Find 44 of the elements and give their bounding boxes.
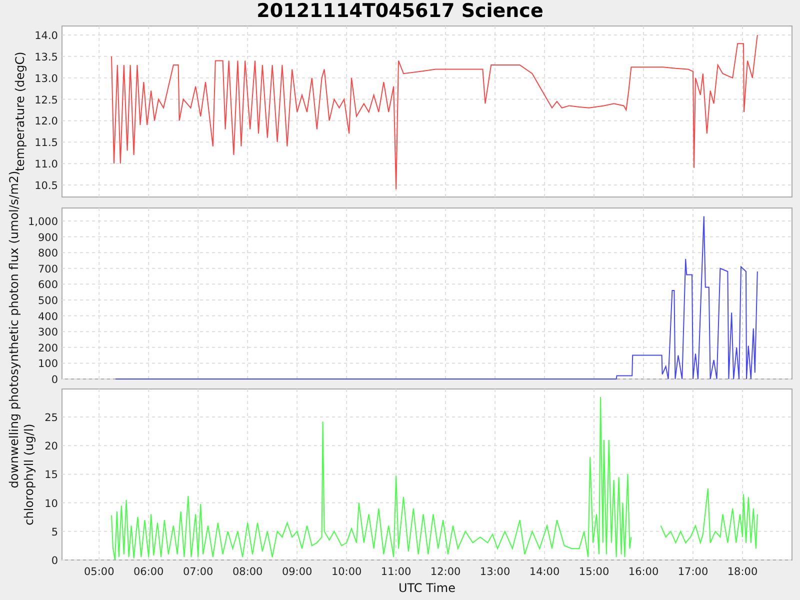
axis-tick-label: 13.5 [34, 51, 58, 64]
axis-tick-label: 14:00 [529, 566, 560, 578]
axis-tick-label: 15:00 [578, 566, 610, 578]
chart-title: 20121114T045617 Science [256, 0, 544, 24]
axis-tick-label: 10 [44, 498, 58, 510]
axis-tick-label: 300 [38, 326, 58, 339]
axis-title: temperature (degC) [13, 52, 27, 172]
axis-tick-label: 200 [38, 342, 58, 354]
axis-tick-label: 12:00 [430, 566, 461, 578]
axis-tick-label: 16:00 [628, 566, 659, 578]
axis-title: chlorophyll (ug/l) [22, 424, 36, 526]
axis-title: downwelling photosynthetic photon flux (umol/s/m2) [7, 170, 21, 488]
axis-tick-label: 05:00 [84, 566, 114, 578]
axis-tick-label: 20 [44, 440, 58, 453]
axis-title: UTC Time [398, 581, 456, 595]
axis-tick-label: 0 [51, 555, 58, 567]
axis-tick-label: 25 [44, 412, 58, 424]
axis-tick-label: 900 [38, 232, 58, 244]
axis-tick-label: 14.0 [34, 30, 58, 42]
axis-tick-label: 09:00 [282, 566, 312, 578]
axis-tick-label: 700 [38, 263, 58, 276]
axis-tick-label: 5 [51, 526, 58, 538]
axis-tick-label: 500 [38, 294, 58, 307]
axis-tick-label: 17:00 [678, 566, 708, 578]
axis-tick-label: 13.0 [34, 72, 58, 85]
axis-tick-label: 12.5 [34, 94, 58, 106]
axis-tick-label: 11:00 [380, 566, 412, 578]
axis-tick-label: 100 [38, 358, 58, 370]
axis-tick-label: 06:00 [133, 566, 164, 578]
axis-tick-label: 12.0 [34, 116, 58, 128]
axis-tick-label: 600 [38, 279, 58, 292]
axis-tick-label: 18:00 [727, 566, 758, 578]
axis-tick-label: 800 [38, 248, 58, 260]
axis-tick-label: 400 [38, 310, 58, 323]
axis-tick-label: 11.5 [34, 137, 58, 150]
axis-tick-label: 08:00 [232, 566, 263, 578]
axis-tick-label: 10:00 [331, 566, 362, 578]
axis-tick-label: 11.0 [34, 158, 58, 171]
axis-tick-label: 15 [44, 469, 58, 482]
axis-tick-label: 10.5 [34, 180, 58, 192]
axis-tick-label: 13:00 [480, 566, 510, 578]
axis-tick-label: 0 [51, 374, 58, 386]
axis-tick-label: 1,000 [28, 216, 58, 228]
axis-tick-label: 07:00 [182, 566, 214, 578]
